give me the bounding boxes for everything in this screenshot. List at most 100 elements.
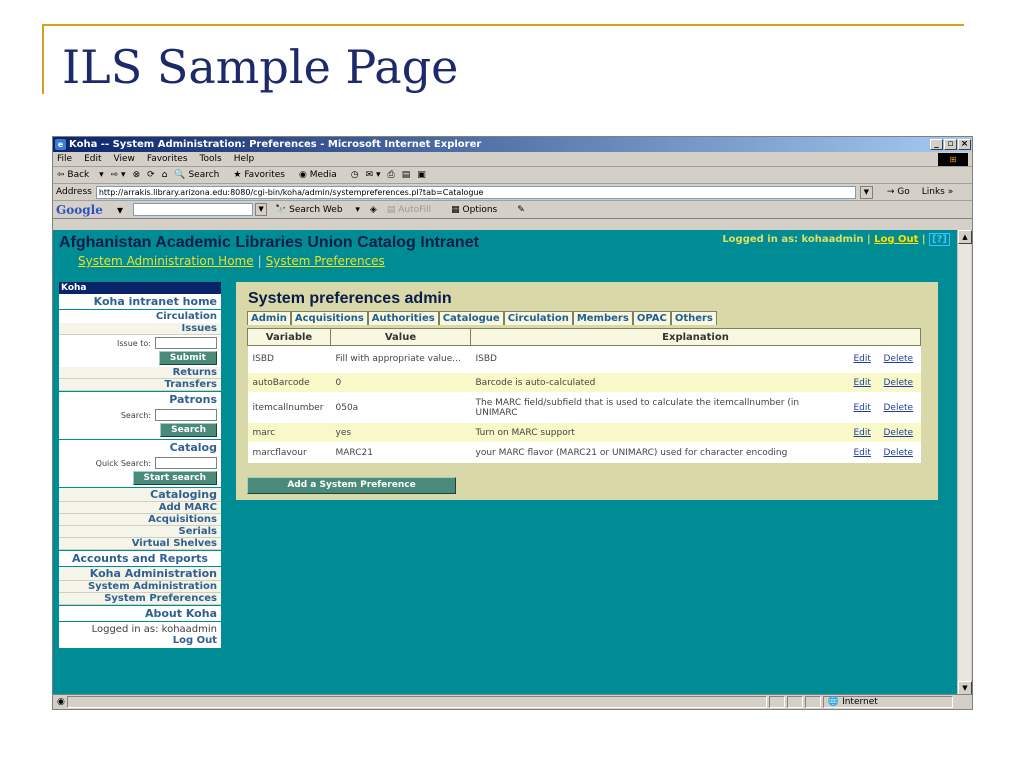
patron-search-form: Search: Search [59, 407, 221, 439]
highlight-icon[interactable]: ✎ [517, 205, 525, 215]
options-button[interactable]: ▦ Options [451, 205, 507, 215]
patron-search-button[interactable]: Search [160, 423, 217, 437]
slide-rule-left [42, 24, 44, 94]
sidebar-returns[interactable]: Returns [59, 367, 221, 379]
add-preference-button[interactable]: Add a System Preference [247, 477, 456, 494]
mail-icon[interactable]: ✉ ▾ [366, 170, 381, 180]
sidebar-logout-link[interactable]: Log Out [63, 635, 217, 646]
autofill-button[interactable]: ▤ AutoFill [387, 205, 441, 215]
sidebar-virtual-shelves[interactable]: Virtual Shelves [59, 538, 221, 550]
ie-icon: e [55, 139, 66, 150]
edit-link[interactable]: Edit [854, 378, 871, 388]
menu-view[interactable]: View [114, 154, 135, 164]
submit-button[interactable]: Submit [158, 351, 217, 365]
links-chevron-icon[interactable]: » [945, 187, 954, 197]
globe-icon: 🌐 [827, 697, 840, 707]
start-search-button[interactable]: Start search [132, 471, 217, 485]
sidebar-system-admin[interactable]: System Administration [59, 581, 221, 593]
edit-link[interactable]: Edit [854, 403, 871, 413]
sidebar-koha-admin[interactable]: Koha Administration [59, 567, 221, 581]
edit-icon[interactable]: ▤ [402, 170, 411, 180]
favorites-button[interactable]: ★ Favorites [233, 170, 292, 180]
sidebar-patrons[interactable]: Patrons [59, 392, 221, 407]
address-dropdown[interactable]: ▼ [859, 185, 873, 199]
sysadmin-home-link[interactable]: System Administration Home [78, 254, 254, 268]
menu-favorites[interactable]: Favorites [147, 154, 188, 164]
tab-members[interactable]: Members [572, 311, 633, 325]
issue-to-input[interactable] [155, 337, 217, 349]
delete-link[interactable]: Delete [884, 378, 914, 388]
scroll-up-icon[interactable]: ▲ [958, 230, 972, 244]
quick-search-input[interactable] [155, 457, 217, 469]
address-bar: Address http://arrakis.library.arizona.e… [53, 184, 972, 201]
preferences-panel: System preferences admin Admin Acquisiti… [236, 282, 938, 500]
cell-value: yes [330, 422, 471, 443]
sidebar-issues[interactable]: Issues [59, 323, 221, 335]
history-icon[interactable]: ◷ [351, 170, 359, 180]
tab-authorities[interactable]: Authorities [367, 311, 439, 325]
menu-help[interactable]: Help [234, 154, 255, 164]
close-button[interactable]: × [958, 139, 971, 150]
search-button[interactable]: 🔍 Search [174, 170, 226, 180]
edit-link[interactable]: Edit [854, 354, 871, 364]
issue-to-label: Issue to: [117, 338, 151, 348]
help-button[interactable]: [?] [929, 233, 950, 246]
status-pane [786, 696, 803, 708]
refresh-icon[interactable]: ⟳ [147, 170, 155, 180]
maximize-button[interactable]: ▫ [944, 139, 957, 150]
sidebar-serials[interactable]: Serials [59, 526, 221, 538]
sidebar-about-koha[interactable]: About Koha [59, 606, 221, 621]
menu-tools[interactable]: Tools [200, 154, 222, 164]
edit-link[interactable]: Edit [854, 448, 871, 458]
minimize-button[interactable]: _ [930, 139, 943, 150]
sidebar-system-prefs[interactable]: System Preferences [59, 593, 221, 605]
back-button[interactable]: ⇦ Back ▾ [57, 170, 104, 180]
sidebar-cataloging[interactable]: Cataloging [59, 488, 221, 502]
logout-link[interactable]: Log Out [874, 234, 918, 245]
media-button[interactable]: ◉ Media [299, 170, 344, 180]
tab-admin[interactable]: Admin [247, 311, 291, 325]
scroll-down-icon[interactable]: ▼ [958, 681, 972, 695]
header-explanation: Explanation [470, 328, 921, 346]
tab-catalogue[interactable]: Catalogue [438, 311, 504, 325]
sidebar-intranet-home[interactable]: Koha intranet home [59, 294, 221, 309]
cell-variable: marc [247, 422, 331, 443]
table-row: ISBD Fill with appropriate value... ISBD… [247, 345, 921, 373]
menu-edit[interactable]: Edit [84, 154, 101, 164]
sidebar-circulation[interactable]: Circulation [59, 310, 221, 323]
vertical-scrollbar[interactable]: ▲ ▼ [957, 230, 972, 695]
google-logo[interactable]: Google ▾ [56, 203, 123, 217]
sidebar-catalog[interactable]: Catalog [59, 440, 221, 455]
home-icon[interactable]: ⌂ [162, 170, 168, 180]
links-button[interactable]: Links [922, 187, 945, 197]
menu-file[interactable]: File [57, 154, 72, 164]
search-web-button[interactable]: 🔭 Search Web ▾ [275, 205, 360, 215]
delete-link[interactable]: Delete [884, 403, 914, 413]
cell-value: Fill with appropriate value... [330, 345, 471, 373]
page-status-icon: ◉ [57, 697, 65, 707]
print-icon[interactable]: ⎙ [388, 170, 395, 180]
delete-link[interactable]: Delete [884, 354, 914, 364]
header-variable: Variable [247, 328, 331, 346]
delete-link[interactable]: Delete [884, 448, 914, 458]
sidebar-header: Koha [59, 282, 221, 294]
google-search-dropdown[interactable]: ▼ [255, 203, 268, 216]
sidebar-transfers[interactable]: Transfers [59, 379, 221, 391]
go-button[interactable]: → Go [887, 187, 910, 197]
delete-link[interactable]: Delete [884, 428, 914, 438]
tab-others[interactable]: Others [670, 311, 717, 325]
google-search-input[interactable] [133, 203, 254, 216]
sidebar-acquisitions[interactable]: Acquisitions [59, 514, 221, 526]
stop-icon[interactable]: ⊗ [133, 170, 141, 180]
address-input[interactable]: http://arrakis.library.arizona.edu:8080/… [95, 185, 856, 199]
tab-circulation[interactable]: Circulation [503, 311, 573, 325]
forward-button[interactable]: ⇨ ▾ [111, 170, 126, 180]
tab-opac[interactable]: OPAC [632, 311, 671, 325]
patron-search-input[interactable] [155, 409, 217, 421]
tab-acquisitions[interactable]: Acquisitions [290, 311, 368, 325]
edit-link[interactable]: Edit [854, 428, 871, 438]
system-preferences-link[interactable]: System Preferences [266, 254, 385, 268]
sidebar-add-marc[interactable]: Add MARC [59, 502, 221, 514]
discuss-icon[interactable]: ▣ [417, 170, 426, 180]
sidebar-accounts-reports[interactable]: Accounts and Reports [59, 551, 221, 566]
